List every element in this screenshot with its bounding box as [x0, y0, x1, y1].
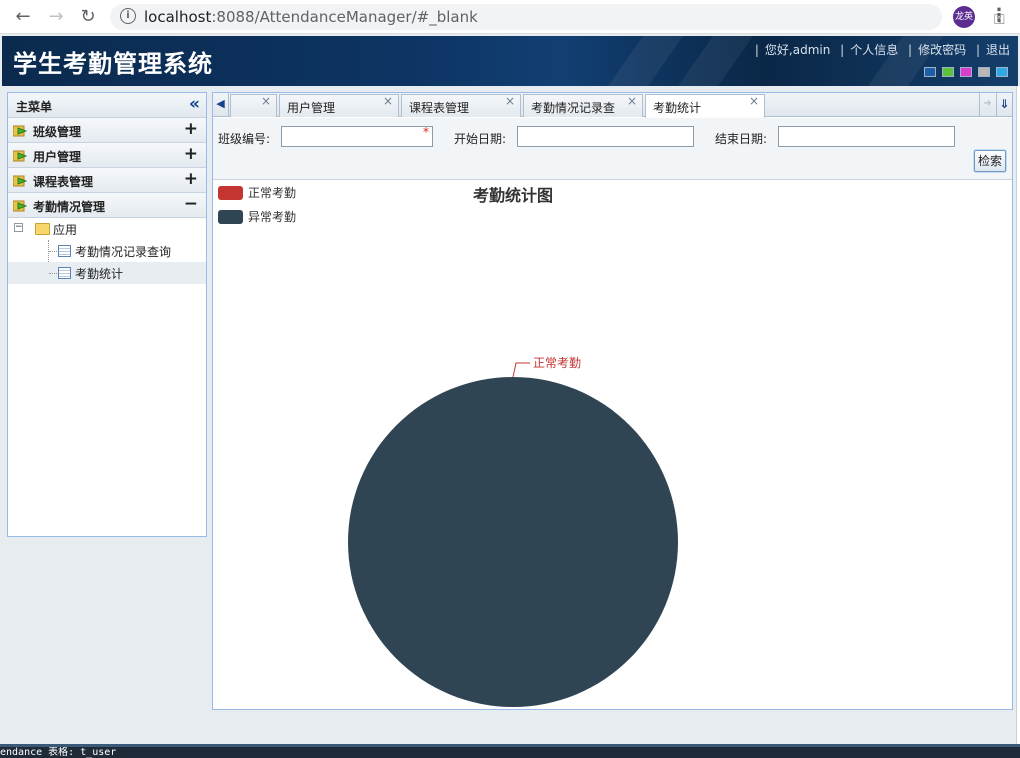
browser-menu-icon[interactable]: ⋮: [990, 5, 1008, 26]
theme-swatch-blue[interactable]: [924, 67, 936, 77]
required-mark: *: [423, 125, 429, 139]
theme-swatches: [918, 66, 1008, 80]
header-links: | 您好,admin | 个人信息 | 修改密码 | 退出: [754, 43, 1010, 57]
menu-group-label: 课程表管理: [33, 175, 94, 189]
tab-close-icon[interactable]: ×: [261, 94, 271, 108]
url-text: localhost:8088/AttendanceManager/#_blank: [144, 8, 478, 26]
grid-icon: [58, 267, 71, 279]
menu-group-schedule[interactable]: 课程表管理 +: [8, 168, 206, 193]
address-bar[interactable]: i localhost:8088/AttendanceManager/#_bla…: [110, 4, 1005, 30]
main-panel: ◀ × 用户管理 × 课程表管理 × 考勤情况记录查 × 考勤统计 × ➜ ⇓ …: [212, 92, 1013, 710]
tree-node-attendance-query[interactable]: 考勤情况记录查询: [8, 240, 206, 262]
tree-node-label: 应用: [53, 223, 78, 237]
folder-icon: [35, 223, 50, 235]
tab-attendance-stats[interactable]: 考勤统计 ×: [645, 94, 765, 118]
tree-node-root[interactable]: − 应用: [8, 218, 206, 240]
chart-svg: 考勤统计图 正常考勤异常考勤 正常考勤: [218, 186, 678, 707]
tab-strip: ◀ × 用户管理 × 课程表管理 × 考勤情况记录查 × 考勤统计 × ➜ ⇓: [213, 93, 1012, 118]
app-title: 学生考勤管理系统: [13, 50, 213, 78]
menu-group-label: 考勤情况管理: [33, 200, 106, 214]
tab-close-icon[interactable]: ×: [749, 94, 759, 108]
search-button[interactable]: 检索: [974, 150, 1006, 172]
theme-swatch-pink[interactable]: [960, 67, 972, 77]
tree-node-attendance-stats[interactable]: 考勤统计: [8, 262, 206, 284]
window-edge: [1016, 86, 1020, 744]
filter-bar: 班级编号: * 开始日期: 结束日期: 检索: [213, 118, 1012, 180]
arrow-folder-icon: [13, 150, 27, 162]
tab-user-management[interactable]: 用户管理 ×: [279, 94, 399, 117]
tab-menu-icon[interactable]: ⇓: [996, 93, 1012, 116]
legend-swatch[interactable]: [218, 186, 243, 200]
collapse-left-icon[interactable]: «: [189, 94, 200, 114]
menu-group-attendance[interactable]: 考勤情况管理 −: [8, 193, 206, 218]
tab-label: 考勤统计: [653, 101, 702, 115]
legend-label[interactable]: 异常考勤: [248, 210, 296, 224]
grid-icon: [58, 245, 71, 257]
class-no-input[interactable]: *: [281, 125, 433, 147]
tree-node-label: 考勤统计: [75, 267, 124, 281]
tab-label: 课程表管理: [409, 101, 470, 115]
profile-avatar[interactable]: 龙英: [953, 6, 975, 28]
tab-close-icon[interactable]: ×: [627, 94, 637, 108]
main-menu-panel: 主菜单 « 班级管理 + 用户管理 + 课程表管理 + 考勤情况管理 − − 应…: [7, 92, 207, 537]
tab-attendance-query[interactable]: 考勤情况记录查 ×: [523, 94, 643, 117]
class-no-label: 班级编号:: [218, 132, 271, 146]
chart-title: 考勤统计图: [473, 186, 553, 205]
tab-scroll-left-icon[interactable]: ◀: [213, 93, 229, 116]
app-header: 学生考勤管理系统 | 您好,admin | 个人信息 | 修改密码 | 退出: [2, 36, 1018, 86]
logout-link[interactable]: 退出: [986, 43, 1010, 57]
tab-scroll-right-icon[interactable]: ➜: [979, 93, 995, 116]
theme-swatch-gray[interactable]: [978, 67, 990, 77]
change-password-link[interactable]: 修改密码: [918, 43, 966, 57]
start-date-label: 开始日期:: [454, 132, 507, 146]
tab-blank[interactable]: ×: [230, 94, 277, 117]
collapse-icon[interactable]: −: [184, 194, 198, 214]
slice-label-line: [512, 362, 530, 378]
expand-icon[interactable]: +: [184, 144, 198, 164]
legend-label[interactable]: 正常考勤: [248, 186, 296, 200]
browser-toolbar: ← → ↻ i localhost:8088/AttendanceManager…: [0, 0, 1020, 34]
menu-group-user[interactable]: 用户管理 +: [8, 143, 206, 168]
pie-slice[interactable]: [348, 377, 678, 707]
tab-label: 用户管理: [287, 101, 336, 115]
attendance-chart: 考勤统计图 正常考勤 异常考勤 正常考勤: [213, 181, 1012, 709]
site-info-icon[interactable]: i: [120, 8, 136, 24]
reload-icon[interactable]: ↻: [76, 5, 100, 29]
forward-icon[interactable]: →: [44, 5, 68, 29]
start-date-input[interactable]: [517, 126, 694, 147]
tree-node-label: 考勤情况记录查询: [75, 245, 172, 259]
legend-swatch[interactable]: [218, 210, 243, 224]
menu-tree: − 应用 考勤情况记录查询 考勤统计: [8, 218, 206, 290]
back-icon[interactable]: ←: [11, 5, 35, 29]
main-menu-header: 主菜单 «: [8, 93, 206, 118]
menu-group-class[interactable]: 班级管理 +: [8, 118, 206, 143]
tab-schedule-management[interactable]: 课程表管理 ×: [401, 94, 521, 117]
tree-collapse-icon[interactable]: −: [14, 223, 23, 232]
status-bar: endance 表格: t_user: [0, 744, 1020, 758]
profile-link[interactable]: 个人信息: [850, 43, 898, 57]
theme-swatch-cyan[interactable]: [996, 67, 1008, 77]
end-date-label: 结束日期:: [715, 132, 768, 146]
theme-swatch-green[interactable]: [942, 67, 954, 77]
arrow-folder-icon: [13, 175, 27, 187]
menu-group-label: 用户管理: [33, 150, 82, 164]
tab-close-icon[interactable]: ×: [505, 94, 515, 108]
arrow-folder-icon: [13, 125, 27, 137]
arrow-folder-icon: [13, 200, 27, 212]
greeting-link[interactable]: 您好,admin: [765, 43, 830, 57]
tab-label: 考勤情况记录查: [531, 101, 616, 115]
tab-close-icon[interactable]: ×: [383, 94, 393, 108]
menu-group-label: 班级管理: [33, 125, 82, 139]
slice-label: 正常考勤: [533, 356, 581, 370]
expand-icon[interactable]: +: [184, 169, 198, 189]
expand-icon[interactable]: +: [184, 119, 198, 139]
main-menu-title: 主菜单: [16, 100, 53, 114]
end-date-input[interactable]: [778, 126, 955, 147]
